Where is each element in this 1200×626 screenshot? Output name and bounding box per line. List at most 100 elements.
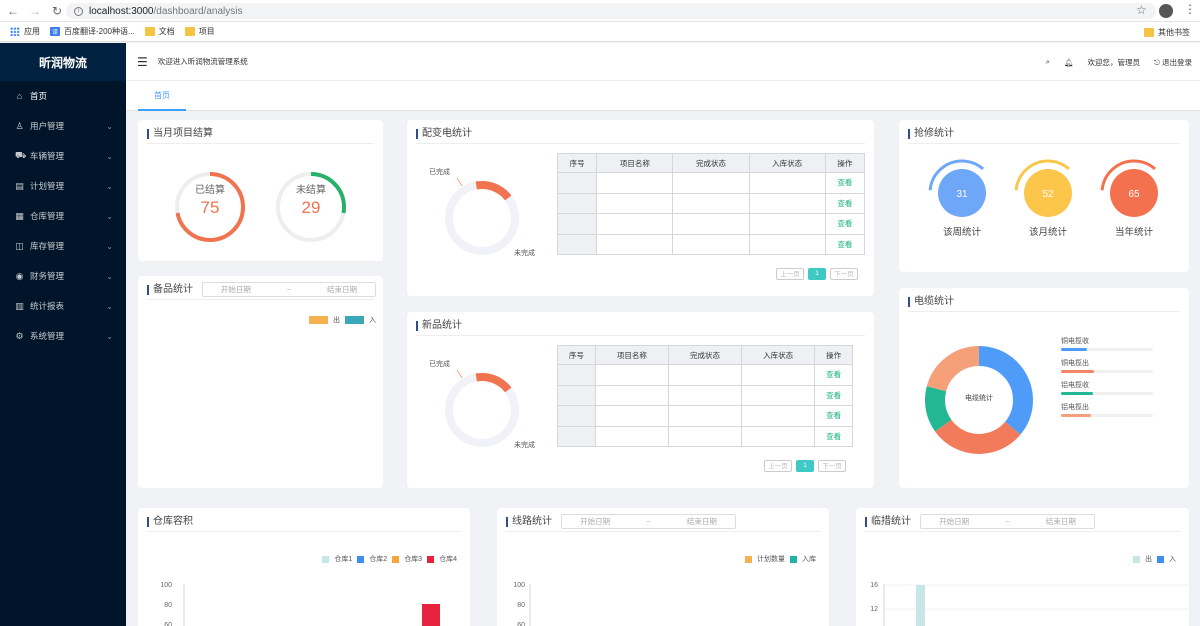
end-date[interactable]: 结束日期 (687, 516, 717, 527)
table-cell (557, 405, 596, 427)
table-row: 查看 (557, 425, 853, 447)
chevron-down-icon: ⌄ (106, 151, 113, 161)
sidebar-item-0[interactable]: ⌂ 首页 (0, 81, 126, 111)
table-cell (594, 364, 669, 386)
bookmark-label: 百度翻译-200种语... (64, 27, 135, 36)
start-date[interactable]: 开始日期 (221, 284, 251, 295)
sidebar-item-label: 首页 (30, 91, 48, 101)
power-donut-arc (445, 181, 519, 255)
bookmark-other[interactable]: 其他书签 (1144, 27, 1190, 38)
bell-icon[interactable]: 🔔︎ (1064, 58, 1074, 67)
page-number-button[interactable]: 1 (808, 268, 826, 280)
repair-value: 31 (956, 189, 968, 200)
column-header: 项目名称 (596, 153, 674, 173)
newitems-donut-arc (445, 373, 519, 447)
sidebar-item-7[interactable]: ▥ 统计报表 ⌄ (0, 291, 126, 321)
bookmark-apps[interactable]: 应用 (10, 26, 40, 37)
reload-icon[interactable]: ↻ (48, 2, 66, 20)
warehouse-chart: 100 80 60 (160, 582, 440, 626)
view-button[interactable]: 查看 (824, 172, 866, 194)
bookmark-docs[interactable]: 文档 (144, 26, 175, 37)
sidebar-item-3[interactable]: ▤ 计划管理 ⌄ (0, 171, 126, 201)
user-greeting[interactable]: 欢迎您，管理员 (1087, 57, 1140, 68)
address-bar[interactable]: i localhost:3000/dashboard/analysis (66, 3, 1156, 19)
legend-label: 仓库2 (369, 556, 388, 563)
next-page-button[interactable]: 下一页 (830, 268, 858, 280)
table-cell (667, 364, 743, 386)
account-avatar-icon[interactable] (1159, 4, 1173, 18)
sidebar-item-6[interactable]: ◉ 财务管理 ⌄ (0, 261, 126, 291)
temp-date-range[interactable]: 开始日期 ~ 结束日期 (920, 514, 1095, 529)
sidebar-item-label: 计划管理 (30, 181, 65, 191)
forward-icon[interactable]: → (26, 2, 44, 20)
back-icon[interactable]: ← (4, 2, 22, 20)
view-button[interactable]: 查看 (814, 425, 853, 447)
cable-legend-fill (1061, 348, 1087, 351)
y-tick-label: 16 (870, 582, 878, 589)
browser-menu-icon[interactable]: ⋮ (1184, 3, 1196, 15)
newitems-done-label: 已完成 (429, 359, 450, 368)
column-header: 完成状态 (667, 345, 743, 365)
view-button[interactable]: 查看 (814, 384, 853, 406)
view-button[interactable]: 查看 (824, 233, 866, 255)
warehouse-icon: ▦ (15, 210, 24, 221)
table-cell (667, 405, 743, 427)
sidebar-item-5[interactable]: ◫ 库存管理 ⌄ (0, 231, 126, 261)
logout-button[interactable]: ⎋ 退出登录 (1154, 57, 1192, 68)
view-button[interactable]: 查看 (814, 364, 853, 386)
legend-swatch (1133, 555, 1140, 563)
page-number-button[interactable]: 1 (796, 460, 814, 472)
view-button[interactable]: 查看 (814, 405, 853, 427)
column-header: 序号 (557, 345, 596, 365)
repair-value: 65 (1128, 189, 1140, 200)
table-cell (672, 233, 750, 255)
table-cell (672, 192, 750, 214)
route-date-range[interactable]: 开始日期 ~ 结束日期 (561, 514, 736, 529)
dashboard-content: 当月项目结算 已结算 75 未结算 29 备品统计 开始日期 ~ 结束日期 出 … (126, 111, 1200, 626)
cable-card: 电缆统计 电缆统计 铜电揽收 铜电揽出 铝电揽收 铝电揽出 (899, 288, 1189, 488)
legend-swatch (345, 316, 364, 324)
legend-label: 计划数量 (757, 556, 785, 563)
search-icon[interactable]: ⌕ (1046, 57, 1050, 67)
menu-fold-icon[interactable]: ☰ (137, 55, 148, 69)
bookmark-label: 其他书签 (1158, 28, 1190, 37)
legend-in: 入 (369, 317, 376, 324)
newitems-undone-label: 未完成 (514, 440, 535, 449)
legend-swatch (357, 555, 365, 563)
table-row: 查看 (556, 233, 866, 255)
start-date[interactable]: 开始日期 (939, 516, 969, 527)
column-header: 操作 (814, 345, 853, 365)
folder-icon (184, 27, 195, 36)
view-button[interactable]: 查看 (824, 192, 866, 214)
sidebar-item-8[interactable]: ⚙ 系统管理 ⌄ (0, 321, 126, 351)
tab-home[interactable]: 首页 (138, 81, 186, 111)
bookmark-projects[interactable]: 项目 (184, 26, 215, 37)
sidebar-item-1[interactable]: ♙ 用户管理 ⌄ (0, 111, 126, 141)
welcome-text: 欢迎进入昕润物流管理系统 (157, 57, 248, 66)
table-cell (741, 425, 816, 447)
start-date[interactable]: 开始日期 (580, 516, 610, 527)
table-cell (667, 425, 743, 447)
end-date[interactable]: 结束日期 (1046, 516, 1076, 527)
legend-swatch (322, 555, 330, 563)
next-page-button[interactable]: 下一页 (818, 460, 846, 472)
info-icon[interactable]: i (74, 6, 83, 16)
prev-page-button[interactable]: 上一页 (776, 268, 804, 280)
spare-date-range[interactable]: 开始日期 ~ 结束日期 (202, 282, 376, 297)
sidebar-item-2[interactable]: ⛟ 车辆管理 ⌄ (0, 141, 126, 171)
bookmark-star-icon[interactable]: ☆ (1136, 3, 1147, 17)
y-tick-label: 100 (513, 582, 525, 589)
sidebar-item-4[interactable]: ▦ 仓库管理 ⌄ (0, 201, 126, 231)
end-date[interactable]: 结束日期 (327, 284, 357, 295)
view-button[interactable]: 查看 (824, 213, 866, 235)
bookmark-translate[interactable]: 译百度翻译-200种语... (50, 26, 135, 37)
table-cell (667, 384, 743, 406)
table-row: 查看 (557, 405, 853, 427)
prev-page-button[interactable]: 上一页 (764, 460, 792, 472)
cable-legend-item: 铝电揽收 (1061, 380, 1161, 402)
apps-grid-icon (10, 27, 20, 36)
cable-legend-item: 铜电揽收 (1061, 336, 1161, 358)
power-donut: 已完成 未完成 (429, 167, 535, 257)
legend-label: 仓库3 (404, 556, 423, 563)
tab-bar: 首页 (126, 81, 1200, 111)
